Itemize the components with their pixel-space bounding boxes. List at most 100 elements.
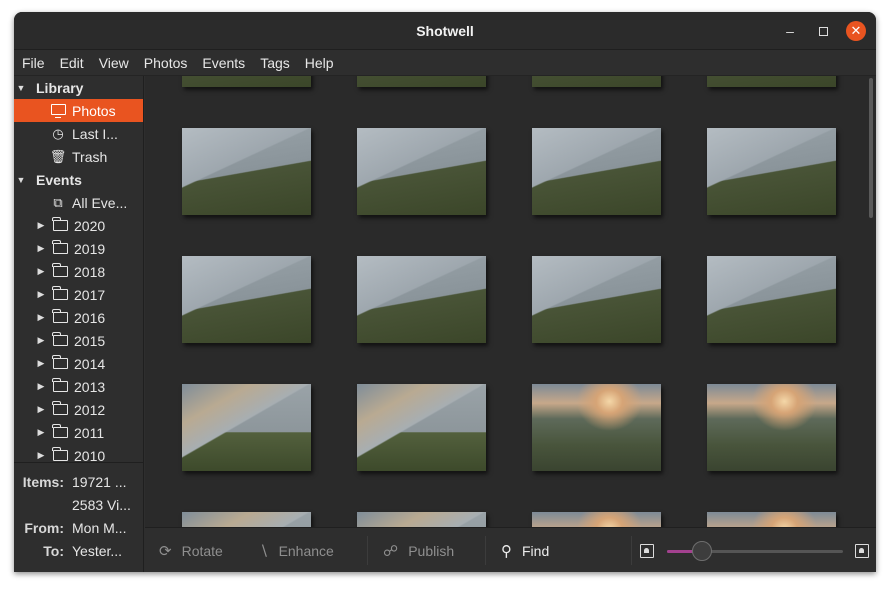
photo-thumbnail[interactable] bbox=[532, 512, 661, 527]
menu-file[interactable]: File bbox=[22, 55, 52, 71]
menu-events[interactable]: Events bbox=[202, 55, 252, 71]
expander-right-icon[interactable]: ▶ bbox=[34, 450, 48, 461]
photo-thumbnail[interactable] bbox=[707, 128, 836, 215]
folder-icon bbox=[52, 354, 68, 369]
expander-right-icon[interactable]: ▶ bbox=[34, 335, 48, 346]
sidebar-item-year-2011[interactable]: ▶ 2011 bbox=[14, 421, 143, 444]
zoom-slider-handle[interactable] bbox=[692, 541, 713, 561]
photo-thumbnail[interactable] bbox=[182, 76, 311, 87]
sidebar-item-all-events[interactable]: ⧉ All Eve... bbox=[14, 191, 143, 214]
photo-thumbnail[interactable] bbox=[182, 128, 311, 215]
sidebar-item-year-2013[interactable]: ▶ 2013 bbox=[14, 375, 143, 398]
folder-icon bbox=[52, 216, 68, 231]
events-header[interactable]: ▼ Events bbox=[14, 168, 143, 191]
zoom-in-icon[interactable] bbox=[855, 544, 869, 558]
library-header[interactable]: ▼ Library bbox=[14, 76, 143, 99]
toolbar-separator bbox=[367, 536, 368, 565]
sidebar-item-label: 2018 bbox=[74, 263, 106, 280]
toolbar-separator bbox=[631, 536, 632, 565]
sidebar-item-year-2015[interactable]: ▶ 2015 bbox=[14, 329, 143, 352]
photo-thumbnail[interactable] bbox=[357, 76, 486, 87]
expander-right-icon[interactable]: ▶ bbox=[34, 404, 48, 415]
folder-icon bbox=[52, 331, 68, 346]
sidebar-item-trash[interactable]: 🗑 Trash bbox=[14, 145, 143, 168]
grid-scrollbar[interactable] bbox=[869, 78, 873, 218]
expander-right-icon[interactable]: ▶ bbox=[34, 243, 48, 254]
zoom-out-icon[interactable] bbox=[640, 544, 654, 558]
maximize-button[interactable] bbox=[813, 21, 833, 41]
expander-right-icon[interactable]: ▶ bbox=[34, 220, 48, 231]
expander-right-icon[interactable]: ▶ bbox=[34, 312, 48, 323]
minimize-button[interactable]: – bbox=[780, 21, 800, 41]
rotate-label: Rotate bbox=[181, 542, 223, 559]
menu-view[interactable]: View bbox=[99, 55, 136, 71]
info-pane: Items: 19721 ... 2583 Vi... From: Mon M...… bbox=[14, 462, 144, 572]
sidebar-item-label: 2017 bbox=[74, 286, 106, 303]
menu-bar: File Edit View Photos Events Tags Help bbox=[14, 50, 876, 76]
sidebar-item-label: 2010 bbox=[74, 447, 106, 463]
expander-right-icon[interactable]: ▶ bbox=[34, 381, 48, 392]
sidebar-item-year-2014[interactable]: ▶ 2014 bbox=[14, 352, 143, 375]
photo-thumbnail[interactable] bbox=[707, 512, 836, 527]
folder-icon bbox=[52, 400, 68, 415]
folder-icon bbox=[52, 262, 68, 277]
sidebar-item-year-2012[interactable]: ▶ 2012 bbox=[14, 398, 143, 421]
photo-thumbnail[interactable] bbox=[182, 384, 311, 471]
photo-thumbnail[interactable] bbox=[532, 128, 661, 215]
enhance-label: Enhance bbox=[278, 542, 334, 559]
expander-down-icon[interactable]: ▼ bbox=[14, 83, 28, 93]
expander-right-icon[interactable]: ▶ bbox=[34, 289, 48, 300]
sidebar-item-last-import[interactable]: ◷ Last I... bbox=[14, 122, 143, 145]
from-label: From: bbox=[24, 519, 64, 536]
sidebar-item-year-2016[interactable]: ▶ 2016 bbox=[14, 306, 143, 329]
sidebar-item-photos[interactable]: Photos bbox=[14, 99, 143, 122]
folder-icon bbox=[52, 377, 68, 392]
publish-button[interactable]: ☍ Publish bbox=[383, 528, 454, 572]
menu-edit[interactable]: Edit bbox=[60, 55, 91, 71]
library-header-label: Library bbox=[36, 79, 84, 96]
find-button[interactable]: ⚲ Find bbox=[501, 528, 549, 572]
close-button[interactable]: ✕ bbox=[846, 21, 866, 41]
photo-grid[interactable] bbox=[145, 76, 876, 527]
publish-label: Publish bbox=[408, 542, 455, 559]
sidebar-item-label: 2013 bbox=[74, 378, 106, 395]
folder-icon bbox=[52, 285, 68, 300]
folder-icon bbox=[52, 423, 68, 438]
sidebar-item-year-2019[interactable]: ▶ 2019 bbox=[14, 237, 143, 260]
expander-down-icon[interactable]: ▼ bbox=[14, 175, 28, 185]
toolbar-separator bbox=[485, 536, 486, 565]
menu-tags[interactable]: Tags bbox=[260, 55, 297, 71]
photo-thumbnail[interactable] bbox=[182, 256, 311, 343]
photo-thumbnail[interactable] bbox=[532, 256, 661, 343]
to-label: To: bbox=[43, 542, 64, 559]
sidebar-item-year-2017[interactable]: ▶ 2017 bbox=[14, 283, 143, 306]
menu-help[interactable]: Help bbox=[305, 55, 341, 71]
menu-photos[interactable]: Photos bbox=[144, 55, 195, 71]
photo-thumbnail[interactable] bbox=[707, 256, 836, 343]
photo-thumbnail[interactable] bbox=[707, 76, 836, 87]
sidebar-item-year-2020[interactable]: ▶ 2020 bbox=[14, 214, 143, 237]
folder-icon bbox=[52, 446, 68, 461]
photo-thumbnail[interactable] bbox=[357, 128, 486, 215]
photo-thumbnail[interactable] bbox=[357, 512, 486, 527]
shotwell-window: Shotwell – ✕ File Edit View Photos Event… bbox=[14, 12, 876, 572]
items-label: Items: bbox=[22, 473, 64, 490]
expander-right-icon[interactable]: ▶ bbox=[34, 266, 48, 277]
photo-thumbnail[interactable] bbox=[357, 256, 486, 343]
photo-thumbnail[interactable] bbox=[532, 384, 661, 471]
expander-right-icon[interactable]: ▶ bbox=[34, 358, 48, 369]
sidebar-item-label: 2014 bbox=[74, 355, 106, 372]
trash-icon: 🗑 bbox=[49, 148, 67, 164]
sidebar-item-year-2018[interactable]: ▶ 2018 bbox=[14, 260, 143, 283]
photo-thumbnail[interactable] bbox=[182, 512, 311, 527]
photo-thumbnail[interactable] bbox=[357, 384, 486, 471]
photo-thumbnail[interactable] bbox=[532, 76, 661, 87]
expander-right-icon[interactable]: ▶ bbox=[34, 427, 48, 438]
rotate-button[interactable]: ⟳ Rotate bbox=[159, 528, 223, 572]
photo-thumbnail[interactable] bbox=[707, 384, 836, 471]
sidebar-item-year-2010[interactable]: ▶ 2010 bbox=[14, 444, 143, 462]
sidebar-item-label: 2011 bbox=[74, 424, 105, 441]
share-icon: ☍ bbox=[383, 542, 399, 560]
sidebar-item-label: 2019 bbox=[74, 240, 106, 257]
enhance-button[interactable]: ∖ Enhance bbox=[259, 528, 334, 572]
